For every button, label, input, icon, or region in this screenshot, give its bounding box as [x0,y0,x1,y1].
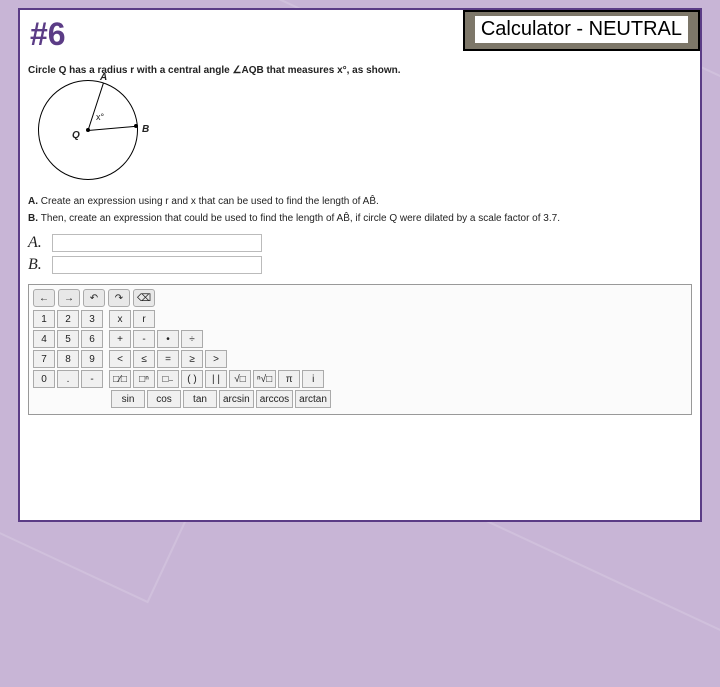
part-a-text: Create an expression using r and x that … [41,196,379,207]
part-b-prefix: B. [28,213,38,224]
answer-a-label: A. [28,234,52,252]
key-5[interactable]: 5 [57,330,79,348]
key-x[interactable]: x [109,310,131,328]
part-b: B. Then, create an expression that could… [28,213,692,224]
slide-frame: #6 Calculator - NEUTRAL Circle Q has a r… [18,8,702,522]
key-cos[interactable]: cos [147,390,181,408]
calculator-badge-text: Calculator - NEUTRAL [475,16,688,43]
palette-row-4: 0 . - □⁄□ □ⁿ □₋ ( ) | | √□ ⁿ√□ π i [33,370,687,388]
palette-row-2: 4 5 6 + - • ÷ [33,330,687,348]
point-a-label: A [100,72,107,83]
palette-nav-row: ← → ↶ ↷ ⌫ [33,289,687,307]
key-sin[interactable]: sin [111,390,145,408]
answer-b-input[interactable] [52,256,262,274]
key-6[interactable]: 6 [81,330,103,348]
palette-row-3: 7 8 9 < ≤ = ≥ > [33,350,687,368]
key-gt[interactable]: > [205,350,227,368]
parts: A. Create an expression using r and x th… [28,196,692,224]
key-plus[interactable]: + [109,330,131,348]
nav-left-icon[interactable]: ← [33,289,55,307]
point-b-dot [134,124,138,128]
answer-row-a: A. [28,234,692,252]
part-a-prefix: A. [28,196,38,207]
key-3[interactable]: 3 [81,310,103,328]
part-a: A. Create an expression using r and x th… [28,196,692,207]
key-7[interactable]: 7 [33,350,55,368]
key-subscript[interactable]: □₋ [157,370,179,388]
key-tan[interactable]: tan [183,390,217,408]
key-parens[interactable]: ( ) [181,370,203,388]
key-pi[interactable]: π [278,370,300,388]
key-1[interactable]: 1 [33,310,55,328]
key-dot[interactable]: . [57,370,79,388]
key-ge[interactable]: ≥ [181,350,203,368]
key-lt[interactable]: < [109,350,131,368]
palette-row-1: 1 2 3 x r [33,310,687,328]
key-exponent[interactable]: □ⁿ [133,370,155,388]
answer-area: A. B. [28,234,692,274]
key-neg[interactable]: - [81,370,103,388]
equation-palette: ← → ↶ ↷ ⌫ 1 2 3 x r 4 5 6 + - • [28,284,692,415]
key-nroot[interactable]: ⁿ√□ [253,370,276,388]
nav-right-icon[interactable]: → [58,289,80,307]
key-0[interactable]: 0 [33,370,55,388]
calculator-badge: Calculator - NEUTRAL [463,10,700,51]
key-i[interactable]: i [302,370,324,388]
answer-a-input[interactable] [52,234,262,252]
key-sqrt[interactable]: √□ [229,370,251,388]
key-fraction[interactable]: □⁄□ [109,370,131,388]
key-minus[interactable]: - [133,330,155,348]
key-8[interactable]: 8 [57,350,79,368]
key-r[interactable]: r [133,310,155,328]
undo-icon[interactable]: ↶ [83,289,105,307]
key-4[interactable]: 4 [33,330,55,348]
key-abs[interactable]: | | [205,370,227,388]
point-b-label: B [142,124,149,135]
center-label: Q [72,130,80,141]
key-arctan[interactable]: arctan [295,390,331,408]
part-b-text: Then, create an expression that could be… [41,213,560,224]
key-divide[interactable]: ÷ [181,330,203,348]
stem-text: Circle Q has a radius r with a central a… [28,65,692,76]
key-2[interactable]: 2 [57,310,79,328]
angle-label: x° [96,112,104,122]
answer-b-label: B. [28,256,52,274]
key-9[interactable]: 9 [81,350,103,368]
backspace-icon[interactable]: ⌫ [133,289,155,307]
key-le[interactable]: ≤ [133,350,155,368]
key-arccos[interactable]: arccos [256,390,293,408]
figure: Q A B x° [28,80,692,190]
palette-row-5: sin cos tan arcsin arccos arctan [33,390,687,408]
key-arcsin[interactable]: arcsin [219,390,254,408]
key-eq[interactable]: = [157,350,179,368]
answer-row-b: B. [28,256,692,274]
redo-icon[interactable]: ↷ [108,289,130,307]
content: Circle Q has a radius r with a central a… [20,65,700,423]
key-times[interactable]: • [157,330,179,348]
question-number: #6 [30,16,66,53]
header: #6 Calculator - NEUTRAL [20,10,700,65]
